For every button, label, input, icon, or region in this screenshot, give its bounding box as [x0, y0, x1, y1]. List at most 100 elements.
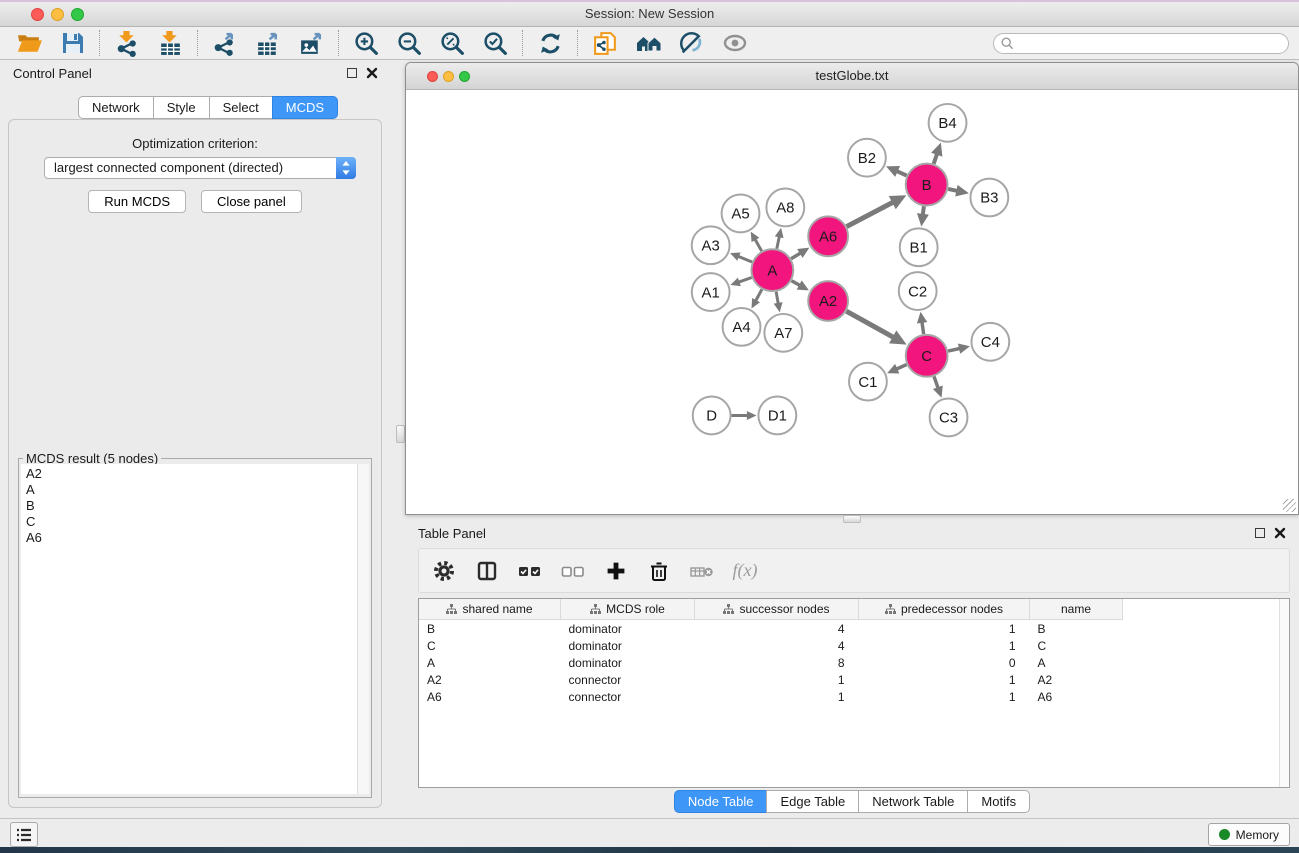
show-hide-panels-button[interactable]: [713, 28, 756, 59]
graph-node-B2[interactable]: B2: [848, 139, 886, 177]
edge-B-B1[interactable]: [917, 206, 929, 226]
mcds-result-item[interactable]: C: [26, 514, 353, 530]
mcds-result-item[interactable]: A2: [26, 466, 353, 482]
edge-C-C1[interactable]: [887, 364, 907, 374]
table-cell[interactable]: dominator: [561, 637, 695, 654]
column-header-shared-name[interactable]: shared name: [419, 599, 561, 620]
edge-A-A8[interactable]: [775, 228, 784, 249]
zoom-in-button[interactable]: [345, 28, 388, 59]
table-cell[interactable]: 1: [859, 688, 1030, 705]
minimize-window-button[interactable]: [51, 8, 64, 21]
graph-node-C2[interactable]: C2: [899, 272, 937, 310]
graph-node-D1[interactable]: D1: [758, 397, 796, 435]
delete-column-button[interactable]: [647, 559, 671, 583]
tab-node-table[interactable]: Node Table: [674, 790, 768, 813]
table-cell[interactable]: A6: [419, 688, 561, 705]
float-panel-icon[interactable]: [1255, 528, 1265, 538]
table-row[interactable]: Adominator80A: [419, 654, 1123, 671]
table-cell[interactable]: 0: [859, 654, 1030, 671]
close-panel-icon[interactable]: [366, 67, 378, 79]
mcds-result-item[interactable]: B: [26, 498, 353, 514]
export-table-button[interactable]: [247, 28, 290, 59]
edge-D-D1[interactable]: [732, 411, 757, 420]
graph-node-B4[interactable]: B4: [929, 104, 967, 142]
table-row[interactable]: Cdominator41C: [419, 637, 1123, 654]
graph-node-A7[interactable]: A7: [764, 314, 802, 352]
network-minimize-button[interactable]: [443, 71, 454, 82]
export-network-button[interactable]: [204, 28, 247, 59]
memory-button[interactable]: Memory: [1208, 823, 1290, 846]
import-network-button[interactable]: [106, 28, 149, 59]
open-session-button[interactable]: [8, 28, 51, 59]
table-cell[interactable]: 1: [859, 637, 1030, 654]
edge-A6-B[interactable]: [847, 195, 907, 226]
search-input[interactable]: [993, 33, 1289, 54]
table-cell[interactable]: A2: [1030, 671, 1123, 688]
graph-node-A[interactable]: A: [751, 249, 793, 291]
tab-style[interactable]: Style: [153, 96, 210, 119]
tab-network-table[interactable]: Network Table: [858, 790, 968, 813]
export-image-button[interactable]: [290, 28, 333, 59]
column-header-successor-nodes[interactable]: successor nodes: [695, 599, 859, 620]
table-cell[interactable]: 1: [695, 688, 859, 705]
save-session-button[interactable]: [51, 28, 94, 59]
refresh-button[interactable]: [529, 28, 572, 59]
edge-A-A4[interactable]: [752, 289, 762, 308]
float-panel-icon[interactable]: [347, 68, 357, 78]
table-cell[interactable]: B: [1030, 620, 1123, 638]
vertical-splitter-handle[interactable]: [396, 425, 405, 443]
tab-edge-table[interactable]: Edge Table: [766, 790, 859, 813]
graph-node-D[interactable]: D: [693, 397, 731, 435]
optimization-select[interactable]: largest connected component (directed): [44, 157, 356, 179]
mcds-result-item[interactable]: A6: [26, 530, 353, 546]
graph-node-A5[interactable]: A5: [722, 195, 760, 233]
edge-A-A3[interactable]: [730, 253, 752, 262]
table-row[interactable]: A6connector11A6: [419, 688, 1123, 705]
edge-C-C2[interactable]: [917, 312, 927, 334]
edge-A-A6[interactable]: [791, 248, 809, 259]
graph-node-B[interactable]: B: [906, 164, 948, 206]
close-panel-icon[interactable]: [1274, 527, 1286, 539]
table-cell[interactable]: A: [419, 654, 561, 671]
table-settings-button[interactable]: [432, 559, 456, 583]
table-cell[interactable]: 1: [859, 620, 1030, 638]
network-maximize-button[interactable]: [459, 71, 470, 82]
graph-node-C[interactable]: C: [906, 335, 948, 377]
zoom-selected-button[interactable]: [474, 28, 517, 59]
tab-mcds[interactable]: MCDS: [272, 96, 338, 119]
table-scrollbar[interactable]: [1279, 599, 1289, 787]
column-layout-button[interactable]: [475, 559, 499, 583]
combobox-stepper-icon[interactable]: [336, 157, 356, 179]
graph-node-B3[interactable]: B3: [970, 179, 1008, 217]
table-cell[interactable]: C: [419, 637, 561, 654]
table-row[interactable]: Bdominator41B: [419, 620, 1123, 638]
result-scrollbar[interactable]: [357, 464, 369, 794]
table-cell[interactable]: 4: [695, 620, 859, 638]
edge-B-B3[interactable]: [948, 185, 969, 197]
edge-B-B4[interactable]: [931, 143, 942, 164]
graph-node-C1[interactable]: C1: [849, 363, 887, 401]
task-history-button[interactable]: [10, 822, 38, 847]
column-header-MCDS-role[interactable]: MCDS role: [561, 599, 695, 620]
zoom-out-button[interactable]: [388, 28, 431, 59]
table-cell[interactable]: A2: [419, 671, 561, 688]
edge-C-C4[interactable]: [948, 344, 970, 354]
edge-A-A5[interactable]: [751, 232, 762, 251]
graph-node-A6[interactable]: A6: [808, 216, 848, 256]
graph-node-A1[interactable]: A1: [692, 273, 730, 311]
graph-node-A2[interactable]: A2: [808, 281, 848, 321]
edge-B-B2[interactable]: [886, 166, 907, 177]
tab-motifs[interactable]: Motifs: [967, 790, 1030, 813]
import-table-button[interactable]: [149, 28, 192, 59]
edge-C-C3[interactable]: [933, 376, 943, 397]
column-header-name[interactable]: name: [1030, 599, 1123, 620]
close-window-button[interactable]: [31, 8, 44, 21]
edge-A-A1[interactable]: [730, 277, 751, 286]
table-cell[interactable]: 4: [695, 637, 859, 654]
table-cell[interactable]: dominator: [561, 620, 695, 638]
network-close-button[interactable]: [427, 71, 438, 82]
deselect-all-button[interactable]: [561, 559, 585, 583]
table-row[interactable]: A2connector11A2: [419, 671, 1123, 688]
table-cell[interactable]: 8: [695, 654, 859, 671]
mcds-result-item[interactable]: A: [26, 482, 353, 498]
